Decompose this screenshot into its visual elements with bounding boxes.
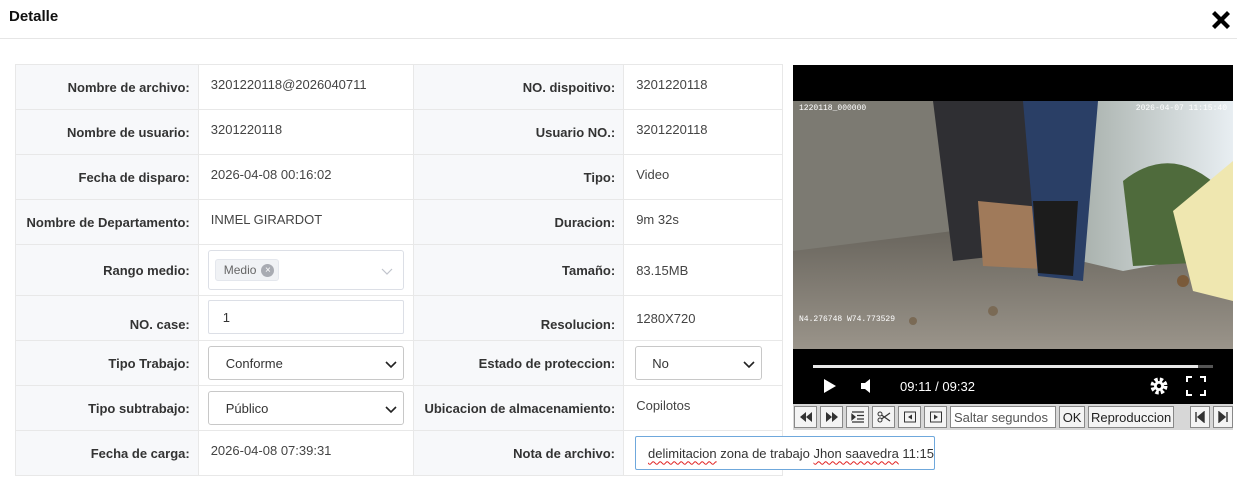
- seek-seconds-input[interactable]: Saltar segundos: [950, 406, 1057, 428]
- case-no-label: NO. case:: [16, 296, 199, 340]
- work-type-label: Tipo Trabajo:: [16, 341, 199, 385]
- fast-forward-icon: [825, 412, 838, 422]
- work-subtype-select[interactable]: Público: [207, 391, 404, 425]
- detail-row: Fecha de carga: 2026-04-08 07:39:31 Nota…: [16, 431, 935, 476]
- protection-state-select[interactable]: No: [635, 346, 763, 380]
- department-value: INMEL GIRARDOT: [210, 211, 323, 227]
- skip-start-icon: [1195, 411, 1205, 423]
- video-frame[interactable]: 1220118_000000 2026-04-07 11:15:40 N4.27…: [793, 101, 1233, 349]
- resolution-value: 1280X720: [636, 310, 696, 326]
- video-player[interactable]: 1220118_000000 2026-04-07 11:15:40 N4.27…: [793, 65, 1233, 404]
- type-label: Tipo:: [414, 155, 625, 199]
- detail-row: Tipo subtrabajo: Público Ubicacion de al…: [16, 386, 783, 431]
- detail-row: Nombre de usuario: 3201220118 Usuario NO…: [16, 110, 783, 155]
- rewind-button[interactable]: [794, 406, 817, 428]
- protection-state-label: Estado de proteccion:: [414, 341, 625, 385]
- upload-date-value: 2026-04-08 07:39:31: [210, 442, 332, 458]
- file-note-label: Nota de archivo:: [414, 431, 624, 475]
- fullscreen-icon[interactable]: [1185, 375, 1207, 397]
- volume-icon[interactable]: [859, 375, 875, 397]
- size-label: Tamaño:: [414, 245, 625, 295]
- work-subtype-label: Tipo subtrabajo:: [16, 386, 199, 430]
- osd-channel-text: 1220118_000000: [799, 104, 866, 113]
- resolution-label: Resolucion:: [414, 296, 625, 340]
- player-toolbar: Saltar segundos OK Reproduccion: [793, 404, 1233, 430]
- user-no-value: 3201220118: [636, 121, 708, 137]
- chevron-down-icon: [381, 268, 393, 275]
- tag-remove-icon[interactable]: ×: [261, 263, 275, 277]
- detail-row: Nombre de Departamento: INMEL GIRARDOT D…: [16, 200, 783, 245]
- file-note-word: zona de trabajo: [716, 445, 814, 461]
- seek-bar-fill: [813, 365, 1199, 368]
- file-note-word: 11:15: [898, 445, 934, 461]
- department-label: Nombre de Departamento:: [16, 200, 199, 244]
- clip-button[interactable]: [872, 406, 895, 428]
- skip-end-button[interactable]: [1213, 406, 1233, 428]
- frame-back-icon: [903, 411, 916, 423]
- detail-row: Fecha de disparo: 2026-04-08 00:16:02 Ti…: [16, 155, 783, 200]
- indent-button[interactable]: [846, 406, 869, 428]
- media-range-tag: Medio ×: [214, 259, 280, 281]
- file-note-word: Jhon saavedra: [813, 445, 899, 461]
- seek-bar[interactable]: [813, 365, 1213, 368]
- file-name-label: Nombre de archivo:: [16, 65, 199, 109]
- work-type-value: Conforme: [225, 355, 283, 371]
- work-type-select[interactable]: Conforme: [207, 346, 404, 380]
- media-range-label: Rango medio:: [16, 245, 199, 295]
- user-name-value: 3201220118: [210, 121, 283, 137]
- detail-row: NO. case: 1 Resolucion: 1280X720: [16, 296, 783, 341]
- media-range-tag-label: Medio: [223, 263, 257, 277]
- upload-date-label: Fecha de carga:: [16, 431, 199, 475]
- user-name-label: Nombre de usuario:: [16, 110, 199, 154]
- next-frame-button[interactable]: [924, 406, 947, 428]
- frame-forward-icon: [929, 411, 942, 423]
- device-no-value: 3201220118: [636, 76, 708, 92]
- file-note-input[interactable]: delimitacion zona de trabajo Jhon saaved…: [635, 436, 935, 470]
- chevron-down-icon: [743, 361, 755, 369]
- playback-button[interactable]: Reproduccion: [1088, 406, 1174, 428]
- skip-start-button[interactable]: [1190, 406, 1210, 428]
- settings-gear-icon[interactable]: [1148, 375, 1170, 397]
- file-name-value: 3201220118@2026040711: [210, 76, 367, 92]
- file-note-text: delimitacion zona de trabajo Jhon saaved…: [648, 446, 934, 461]
- chevron-down-icon: [385, 406, 397, 414]
- dialog-header: Detalle: [0, 0, 1237, 39]
- media-range-select[interactable]: Medio ×: [207, 250, 404, 290]
- trigger-date-label: Fecha de disparo:: [16, 155, 199, 199]
- detail-grid: Nombre de archivo: 3201220118@2026040711…: [15, 64, 935, 476]
- detail-row: Rango medio: Medio × Tamaño: 83.15MB: [16, 245, 783, 296]
- prev-frame-button[interactable]: [898, 406, 921, 428]
- fast-forward-button[interactable]: [820, 406, 843, 428]
- close-icon[interactable]: [1209, 8, 1233, 32]
- duration-label: Duracion:: [414, 200, 625, 244]
- size-value: 83.15MB: [636, 262, 689, 278]
- ok-button[interactable]: OK: [1059, 406, 1086, 428]
- case-no-input[interactable]: 1: [207, 300, 404, 334]
- storage-location-value: Copilotos: [636, 397, 691, 413]
- type-value: Video: [636, 166, 670, 182]
- duration-value: 9m 32s: [636, 211, 679, 227]
- dialog-title: Detalle: [9, 8, 59, 25]
- work-subtype-value: Público: [225, 400, 269, 416]
- playback-time: 09:11 / 09:32: [900, 379, 975, 394]
- trigger-date-value: 2026-04-08 00:16:02: [210, 166, 332, 182]
- detail-row: Tipo Trabajo: Conforme Estado de protecc…: [16, 341, 783, 386]
- skip-end-icon: [1218, 411, 1228, 423]
- osd-timestamp-text: 2026-04-07 11:15:40: [1136, 104, 1227, 113]
- play-icon[interactable]: [822, 375, 838, 397]
- file-note-word: delimitacion: [648, 445, 717, 461]
- detail-row: Nombre de archivo: 3201220118@2026040711…: [16, 65, 783, 110]
- list-indent-icon: [850, 411, 864, 423]
- scissors-icon: [877, 411, 890, 423]
- user-no-label: Usuario NO.:: [414, 110, 625, 154]
- storage-location-label: Ubicacion de almacenamiento:: [414, 386, 625, 430]
- protection-state-value: No: [652, 355, 669, 371]
- osd-coords-text: N4.276748 W74.773529: [799, 315, 895, 324]
- rewind-icon: [799, 412, 812, 422]
- chevron-down-icon: [385, 361, 397, 369]
- device-no-label: NO. dispoitivo:: [414, 65, 625, 109]
